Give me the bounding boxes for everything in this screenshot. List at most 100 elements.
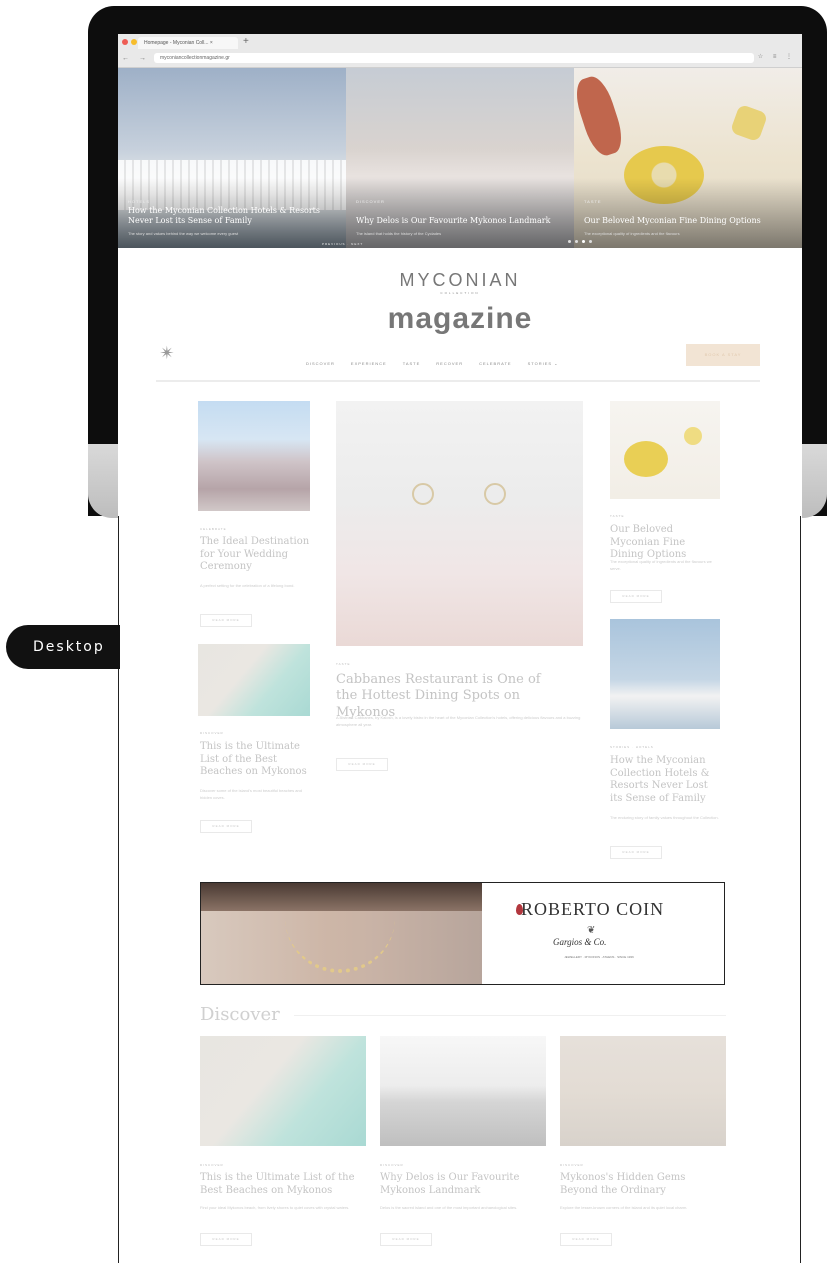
restaurant-image[interactable] [336,401,583,646]
hero-slide-family[interactable]: HOTELS How the Myconian Collection Hotel… [118,68,346,248]
article-excerpt: A perfect setting for the celebration of… [200,583,295,588]
discover-card-image[interactable] [380,1036,546,1146]
nav-item-discover[interactable]: DISCOVER [306,361,335,366]
discover-card-image[interactable] [200,1036,366,1146]
read-more-button[interactable]: READ MORE [336,758,388,771]
nav-item-experience[interactable]: EXPERIENCE [351,361,387,366]
lemon-shape [684,427,702,445]
brand-name: MYCONIAN [399,270,521,290]
discover-card-image[interactable] [560,1036,726,1146]
article-category: DISCOVER [200,1163,224,1167]
article-excerpt: Find your ideal Mykonos beach, from live… [200,1205,350,1210]
hero-subtitle: The story and values behind the way we w… [128,231,239,236]
new-tab-button[interactable]: + [243,37,249,47]
read-more-button[interactable]: READ MORE [610,590,662,603]
browser-chrome: Homepage - Myconian Coll... × + ← → ↻ my… [118,34,802,68]
ad-seller: Gargios & Co. [553,937,607,947]
nav-item-taste[interactable]: TASTE [403,361,421,366]
minimize-dot-icon[interactable] [131,39,137,45]
lemon-image [729,103,769,143]
article-category: TASTE [610,514,625,518]
crest-icon: ❦ [587,925,596,936]
desktop-label: Desktop [6,625,120,669]
hero-dots[interactable] [568,240,592,243]
wedding-image[interactable] [198,401,310,511]
wall-light-icon [412,483,434,505]
wall-light-icon [484,483,506,505]
hero-title[interactable]: How the Myconian Collection Hotels & Res… [128,206,338,226]
brand-magazine-logo[interactable]: magazine [118,302,802,336]
article-category: STORIES · HOTELS [610,745,654,749]
article-title[interactable]: Mykonos's Hidden Gems Beyond the Ordinar… [560,1172,720,1197]
beach-image[interactable] [198,644,310,716]
slide-dot-icon[interactable] [568,240,571,243]
hero-slider[interactable]: HOTELS How the Myconian Collection Hotel… [118,68,802,248]
read-more-button[interactable]: READ MORE [200,1233,252,1246]
article-title[interactable]: The Ideal Destination for Your Wedding C… [200,536,310,574]
dessert-sauce-image [574,72,628,160]
nav-item-recover[interactable]: RECOVER [436,361,463,366]
ad-hair-shape [201,883,482,911]
article-excerpt: Discover some of the island's most beaut… [200,788,302,800]
ad-brand: ROBERTO COIN [521,899,665,919]
dessert-shape [624,441,668,477]
hero-title[interactable]: Why Delos is Our Favourite Mykonos Landm… [356,216,566,226]
article-category: DISCOVER [380,1163,404,1167]
hero-overlay [346,178,574,248]
article-category: DISCOVER [200,731,224,735]
dessert-image[interactable] [610,401,720,499]
read-more-button[interactable]: READ MORE [200,820,252,833]
hero-category: TASTE [584,199,602,204]
advertisement-banner[interactable]: ROBERTO COIN ❦ Gargios & Co. JEWELLERY ·… [200,882,725,985]
hero-slide-dining[interactable]: TASTE Our Beloved Myconian Fine Dining O… [574,68,802,248]
article-title[interactable]: How the Myconian Collection Hotels & Res… [610,755,722,805]
discover-heading: Discover [200,1004,280,1025]
browser-tools-icon[interactable]: ☆ ≡ ⋮ [758,53,796,60]
article-category: CELEBRATE [200,527,227,531]
nav-item-stories[interactable]: STORIES ⌄ [528,361,559,366]
slide-dot-icon[interactable] [589,240,592,243]
hero-overlay [574,178,802,248]
read-more-button[interactable]: READ MORE [560,1233,612,1246]
palm-logo-icon[interactable]: ✴ [156,342,178,364]
hero-slide-delos[interactable]: DISCOVER Why Delos is Our Favourite Myko… [346,68,574,248]
main-nav: DISCOVER EXPERIENCE TASTE RECOVER CELEBR… [306,361,559,366]
article-excerpt: Delos is the sacred island and one of th… [380,1205,518,1210]
article-title[interactable]: Why Delos is Our Favourite Mykonos Landm… [380,1172,540,1197]
hero-category: HOTELS [128,199,151,204]
address-bar[interactable]: myconiancollectionmagazine.gr [154,53,754,63]
hotel-image[interactable] [610,619,720,729]
discover-divider [294,1015,726,1016]
nav-item-celebrate[interactable]: CELEBRATE [479,361,512,366]
article-category: DISCOVER [560,1163,584,1167]
necklace-shape [285,915,395,973]
hero-category: DISCOVER [356,199,385,204]
read-more-button[interactable]: READ MORE [380,1233,432,1246]
book-button[interactable]: BOOK A STAY [686,344,760,366]
article-excerpt: Explore the lesser-known corners of the … [560,1205,688,1210]
article-excerpt: A Bistro & Cabbanes, by Kalosh, is a lov… [336,715,581,727]
screen-edge [800,516,801,1263]
read-more-button[interactable]: READ MORE [610,846,662,859]
ad-fine-print: JEWELLERY · MYKONOS · ATHENS · SINCE 193… [564,955,634,959]
hero-subtitle: The island that holds the history of the… [356,231,442,236]
nav-divider [156,380,760,382]
close-dot-icon[interactable] [122,39,128,45]
hero-title[interactable]: Our Beloved Myconian Fine Dining Options [584,216,794,226]
ad-model-image [201,883,482,984]
article-category: TASTE [336,662,351,666]
slide-dot-icon[interactable] [575,240,578,243]
article-title[interactable]: This is the Ultimate List of the Best Be… [200,741,310,779]
article-title[interactable]: This is the Ultimate List of the Best Be… [200,1172,360,1197]
device-mockup: Homepage - Myconian Coll... × + ← → ↻ my… [0,0,827,1263]
browser-tab[interactable]: Homepage - Myconian Coll... × [138,37,238,49]
article-title[interactable]: Our Beloved Myconian Fine Dining Options [610,524,722,562]
read-more-button[interactable]: READ MORE [200,614,252,627]
hero-subtitle: The exceptional quality of ingredients a… [584,231,680,236]
hero-pager[interactable]: PREVIOUS · NEXT [322,242,363,246]
brand-subline: COLLECTION [440,291,480,295]
slide-dot-icon[interactable] [582,240,585,243]
article-excerpt: The enduring story of family values thro… [610,815,719,820]
article-excerpt: The exceptional quality of ingredients a… [610,559,712,571]
browser-screen: Homepage - Myconian Coll... × + ← → ↻ my… [118,34,802,1263]
